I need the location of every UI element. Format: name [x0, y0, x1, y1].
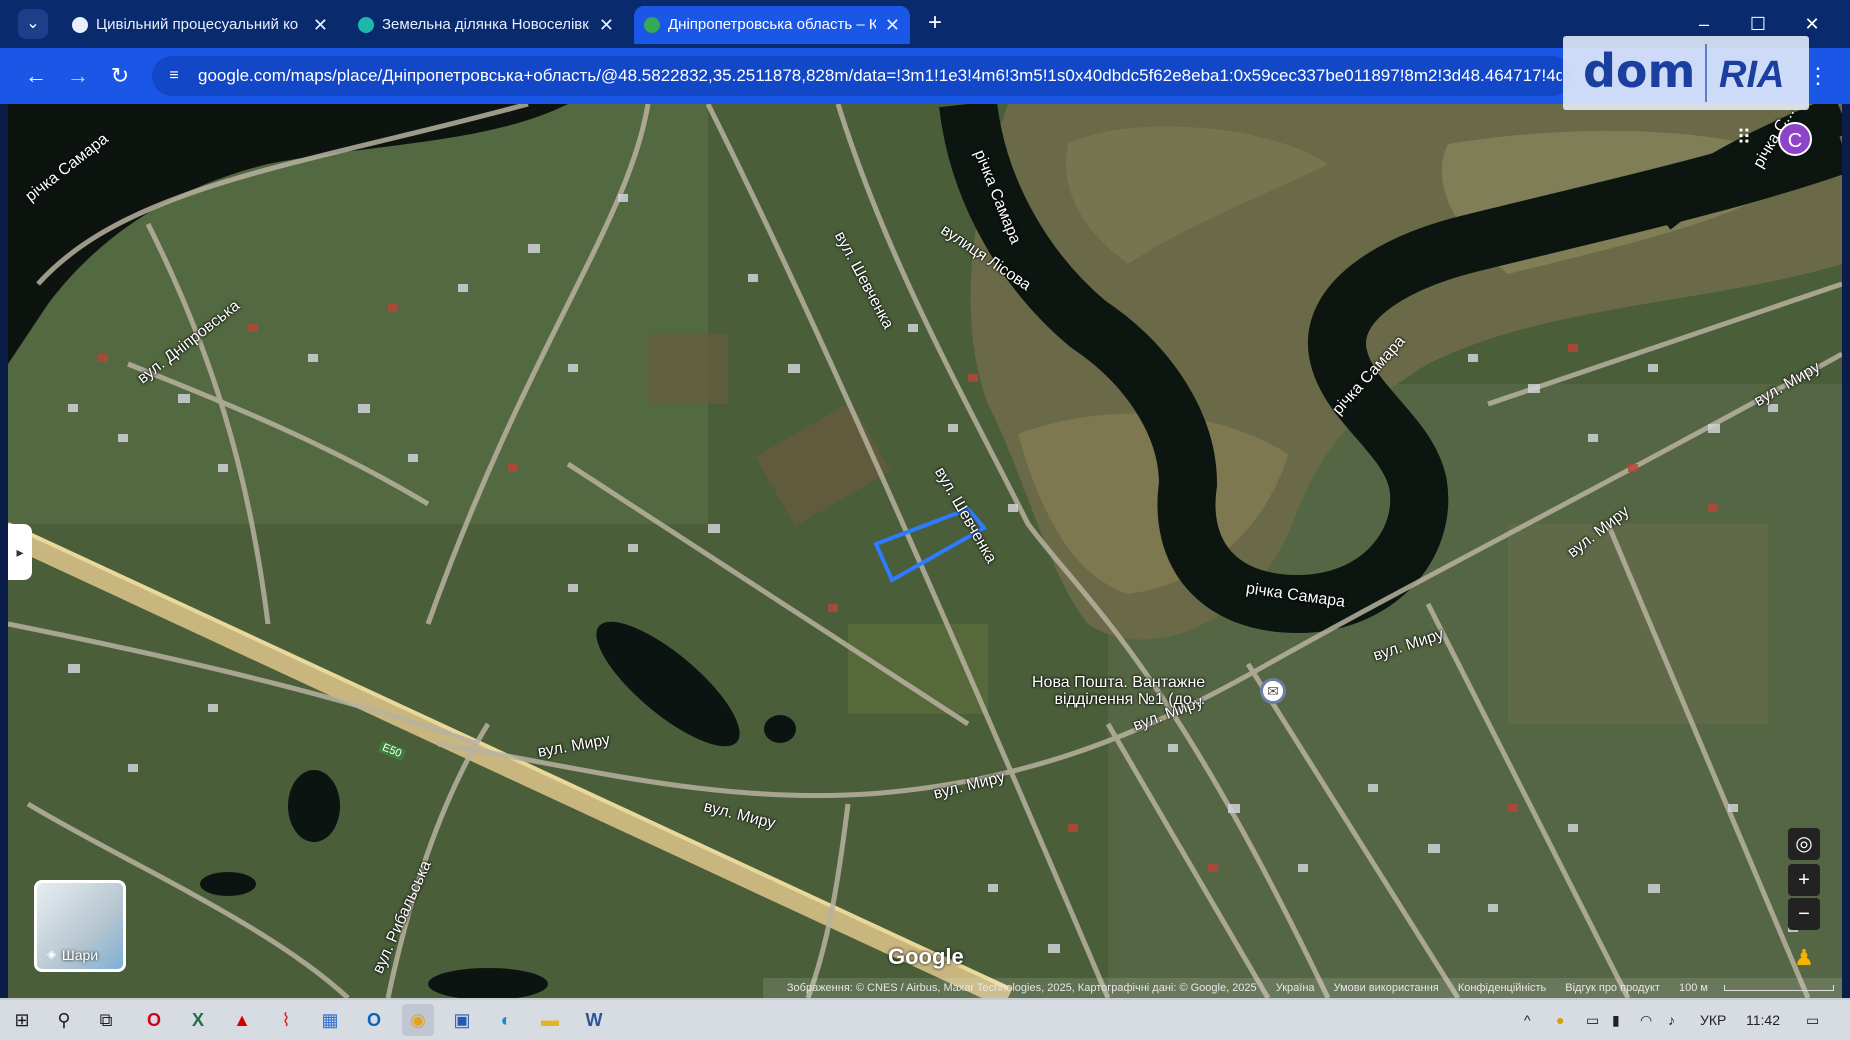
- tab-google-maps[interactable]: Дніпропетровська область – К ✕: [634, 6, 910, 44]
- maps-favicon-icon: [644, 17, 660, 33]
- tab-land-plot[interactable]: Земельна ділянка Новоселівка ✕: [348, 6, 624, 44]
- tab-civil-code[interactable]: Цивільний процесуальний ко ✕: [62, 6, 338, 44]
- layers-button[interactable]: ◈ Шари: [34, 880, 126, 972]
- search-button[interactable]: ⚲: [48, 1004, 80, 1036]
- domria-watermark: dom RIA: [1563, 36, 1809, 110]
- poi-label-nova-poshta[interactable]: Нова Пошта. Вантажне відділення №1 (до..…: [1032, 674, 1205, 708]
- volume-icon[interactable]: ♪: [1668, 1000, 1675, 1040]
- close-tab-icon[interactable]: ✕: [599, 6, 614, 44]
- tray-overflow-icon[interactable]: ^: [1524, 1000, 1531, 1040]
- acrobat-reader-icon[interactable]: ▲: [226, 1004, 258, 1036]
- watermark-divider: [1705, 44, 1707, 102]
- word-icon[interactable]: W: [578, 1004, 610, 1036]
- browser-window: ⌄ Цивільний процесуальний ко ✕ Земельна …: [0, 0, 1850, 1040]
- zoom-out-button[interactable]: −: [1788, 898, 1820, 930]
- tray-device-icon[interactable]: ▭: [1586, 1000, 1599, 1040]
- terms-link[interactable]: Умови використання: [1334, 982, 1439, 994]
- file-explorer-icon[interactable]: ▬: [534, 1004, 566, 1036]
- clock[interactable]: 11:42: [1746, 1000, 1780, 1040]
- google-logo: Google: [888, 944, 964, 969]
- scale-bar: [1724, 985, 1834, 992]
- attribution-content: Зображення: © CNES / Airbus, Maxar Techn…: [762, 978, 1842, 998]
- satellite-map[interactable]: річка Самара річка Самара річка Самара р…: [8, 104, 1842, 998]
- tray-app-icon[interactable]: ●: [1556, 1000, 1564, 1040]
- layers-label: Шари: [61, 947, 99, 963]
- apps-grid-icon[interactable]: ⠿: [1730, 124, 1758, 152]
- language-indicator[interactable]: УКР: [1700, 1000, 1726, 1040]
- new-tab-button[interactable]: +: [920, 8, 950, 38]
- collapse-side-panel-button[interactable]: ▸: [8, 524, 32, 580]
- save-icon[interactable]: ▣: [446, 1004, 478, 1036]
- watermark-ria: RIA: [1719, 54, 1785, 96]
- outlook-icon[interactable]: O: [358, 1004, 390, 1036]
- country-link[interactable]: Україна: [1276, 982, 1315, 994]
- attribution-bar: Зображення: © CNES / Airbus, Maxar Techn…: [8, 978, 1842, 998]
- rada-favicon-icon: [72, 17, 88, 33]
- pegman-icon[interactable]: ♟: [1792, 942, 1816, 974]
- url-omnibox[interactable]: ≡ google.com/maps/place/Дніпропетровська…: [152, 56, 1572, 96]
- envelope-icon[interactable]: ✉: [1260, 678, 1286, 704]
- account-avatar[interactable]: C: [1778, 122, 1812, 156]
- close-tab-icon[interactable]: ✕: [885, 6, 900, 44]
- start-button[interactable]: ⊞: [6, 1004, 38, 1036]
- close-tab-icon[interactable]: ✕: [313, 6, 328, 44]
- my-location-button[interactable]: ◎: [1788, 828, 1820, 860]
- tab-title: Земельна ділянка Новоселівка: [382, 16, 590, 33]
- url-text[interactable]: google.com/maps/place/Дніпропетровська+о…: [198, 56, 1562, 96]
- imagery-credit: Зображення: © CNES / Airbus, Maxar Techn…: [786, 982, 1257, 994]
- poi-line: відділення №1 (до...: [1054, 691, 1206, 708]
- wifi-icon[interactable]: ◠: [1640, 1000, 1652, 1040]
- watermark-dom: dom: [1583, 44, 1696, 98]
- poi-line: Нова Пошта. Вантажне: [1032, 674, 1206, 691]
- edge-icon[interactable]: ◐: [490, 1004, 522, 1036]
- tab-title: Цивільний процесуальний ко: [96, 16, 299, 33]
- battery-icon[interactable]: ▮: [1612, 1000, 1620, 1040]
- opera-icon[interactable]: O: [138, 1004, 170, 1036]
- notifications-icon[interactable]: ▭: [1806, 1000, 1819, 1040]
- forward-button[interactable]: →: [62, 60, 94, 92]
- feedback-link[interactable]: Відгук про продукт: [1565, 982, 1660, 994]
- task-view-button[interactable]: ⧉: [90, 1004, 122, 1036]
- browser-menu-button[interactable]: ⋮: [1806, 60, 1830, 92]
- store-icon[interactable]: ▦: [314, 1004, 346, 1036]
- excel-icon[interactable]: X: [182, 1004, 214, 1036]
- acrobat-icon[interactable]: ⌇: [270, 1004, 302, 1036]
- site-info-icon[interactable]: ≡: [160, 62, 188, 90]
- privacy-link[interactable]: Конфіденційність: [1458, 982, 1546, 994]
- tab-title: Дніпропетровська область – К: [668, 16, 876, 33]
- windows-taskbar: ⊞ ⚲ ⧉ O X ▲ ⌇ ▦ O ◉ ▣ ◐ ▬ W ^ ● ▭ ▮ ◠ ♪ …: [0, 1000, 1850, 1040]
- back-button[interactable]: ←: [20, 60, 52, 92]
- chrome-icon[interactable]: ◉: [402, 1004, 434, 1036]
- scale-label[interactable]: 100 м: [1679, 982, 1708, 994]
- tab-search-button[interactable]: ⌄: [18, 9, 48, 39]
- olx-favicon-icon: [358, 17, 374, 33]
- zoom-in-button[interactable]: +: [1788, 864, 1820, 896]
- reload-button[interactable]: ↻: [104, 60, 136, 92]
